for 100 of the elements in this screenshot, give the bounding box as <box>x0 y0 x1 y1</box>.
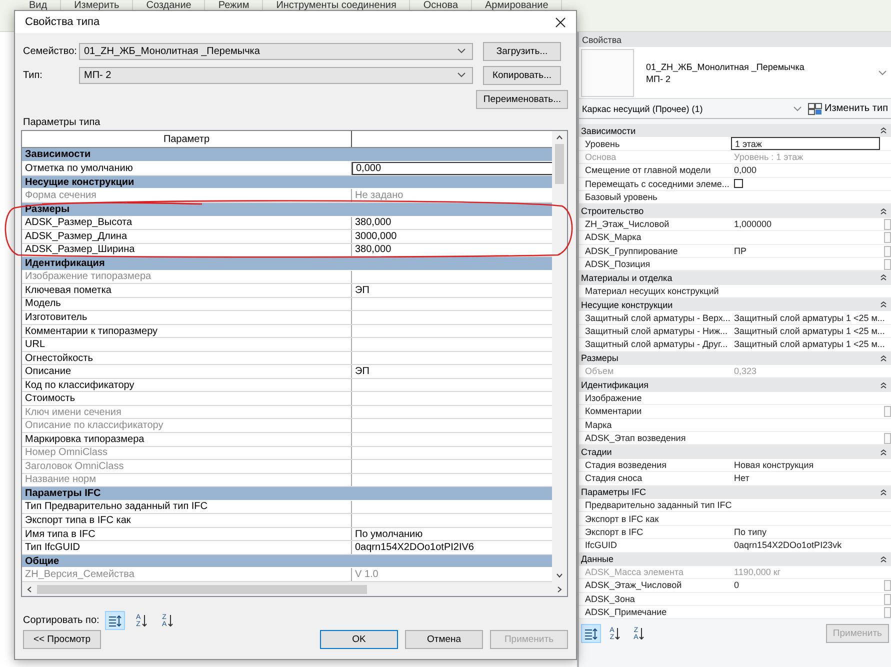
associate-parameter-button[interactable] <box>884 218 891 230</box>
group-header[interactable]: Стадии <box>579 445 891 459</box>
parameter-name: Имя типа в IFC <box>22 528 352 540</box>
parameter-value[interactable]: 380,000 <box>352 244 552 256</box>
scrollbar-thumb[interactable] <box>37 584 367 594</box>
dialog-button[interactable]: OK <box>320 630 398 649</box>
dialog-title: Свойства типа <box>25 16 100 28</box>
type-name: МП- 2 <box>646 72 672 84</box>
parameter-value[interactable]: 0 <box>731 579 884 592</box>
parameter-name: Отметка по умолчанию <box>22 162 352 175</box>
parameter-value[interactable]: Защитный слой арматуры 1 <25 м... <box>731 311 884 324</box>
dialog-button[interactable]: Отмена <box>405 630 483 649</box>
type-selector[interactable]: 01_ZH_ЖБ_Монолитная _Перемычка МП- 2 <box>579 47 891 99</box>
parameter-name: Название норм <box>22 474 352 486</box>
scroll-down-icon[interactable] <box>556 572 563 579</box>
parameter-name: Модель <box>22 298 352 310</box>
sort-button[interactable] <box>581 624 601 643</box>
parameter-value[interactable]: 380,000 <box>352 216 552 230</box>
associate-parameter-button[interactable] <box>884 232 891 244</box>
associate-parameter-button[interactable] <box>884 258 891 270</box>
scroll-left-icon[interactable] <box>26 586 33 592</box>
parameter-name: Стоимость <box>22 392 352 405</box>
dialog-button[interactable]: Загрузить... <box>483 42 561 60</box>
rename-button[interactable]: Переименовать... <box>476 90 568 108</box>
edit-type-button[interactable]: Изменить тип <box>808 102 888 114</box>
parameter-name: Ключ имени сечения <box>22 406 352 418</box>
group-header[interactable]: Идентификация <box>579 378 891 392</box>
group-header[interactable]: Параметры IFC <box>579 486 891 499</box>
parameter-value[interactable]: 1,000000 <box>731 218 884 230</box>
scrollbar-thumb[interactable] <box>555 144 564 184</box>
scroll-up-icon[interactable] <box>556 134 563 141</box>
collapse-icon <box>880 127 887 134</box>
dropdown-field[interactable]: 01_ZH_ЖБ_Монолитная _Перемычка <box>79 42 473 60</box>
parameter-name: Код по классификатору <box>22 378 352 392</box>
parameter-name: Изображение типоразмера <box>22 270 352 284</box>
collapse-icon <box>880 556 887 563</box>
group-header: Общие <box>22 554 552 568</box>
category-filter[interactable]: Каркас несущий (Прочее) (1) <box>582 104 787 114</box>
parameter-name: Защитный слой арматуры - Верх... <box>584 312 731 324</box>
parameter-value[interactable]: 3000,000 <box>352 230 552 243</box>
group-header[interactable]: Зависимости <box>579 124 891 138</box>
parameter-value[interactable]: 1 этаж <box>731 137 880 150</box>
parameter-value[interactable]: 0aqrn154X2DOo1otPI2IV6 <box>352 541 552 554</box>
group-header[interactable]: Материалы и отделка <box>579 271 891 285</box>
parameter-name: IfcGUID <box>584 539 618 552</box>
parameter-name: Предварительно заданный тип IFC <box>584 499 731 512</box>
checkbox[interactable] <box>734 179 743 188</box>
scroll-right-icon[interactable] <box>556 586 563 592</box>
parameter-name: Экспорт в IFC <box>584 526 644 538</box>
associate-parameter-button[interactable] <box>884 406 891 418</box>
parameter-value[interactable]: 0,000 <box>352 162 552 175</box>
parameter-name: ZH_Версия_Семейства <box>22 568 352 581</box>
group-header: Размеры <box>22 202 552 217</box>
parameter-name: ZH_Этаж_Числовой <box>584 218 670 230</box>
parameter-name: ADSK_Группирование <box>584 244 679 257</box>
collapse-icon <box>880 488 887 496</box>
parameter-value[interactable]: 0,000 <box>731 164 884 177</box>
collapse-icon <box>880 301 887 308</box>
group-header[interactable]: Строительство <box>579 204 891 218</box>
close-icon[interactable] <box>555 16 566 28</box>
parameter-name: ADSK_Размер_Ширина <box>22 244 352 256</box>
parameter-name: Защитный слой арматуры - Друг... <box>584 338 729 351</box>
parameter-value[interactable]: По умолчанию <box>352 528 552 540</box>
parameter-value[interactable]: Защитный слой арматуры 1 <25 м... <box>731 338 884 351</box>
parameter-name: Смещение от главной модели <box>584 164 712 177</box>
parameter-name: ADSK_Зона <box>584 592 636 606</box>
vertical-scrollbar[interactable] <box>552 131 567 582</box>
parameter-name: Тип Предварительно заданный тип IFC <box>22 500 352 514</box>
associate-parameter-button[interactable] <box>884 580 891 592</box>
parameter-value[interactable]: ПР <box>731 244 884 257</box>
parameter-value[interactable]: Защитный слой арматуры 1 <25 м... <box>731 324 884 338</box>
sort-button[interactable] <box>105 611 126 630</box>
parameter-value[interactable]: 0aqrn154X2DOo1otPI23vk <box>731 539 884 552</box>
parameter-value[interactable]: По типу <box>731 526 884 538</box>
associate-parameter-button[interactable] <box>884 594 891 605</box>
parameter-value[interactable]: ЭП <box>352 365 552 378</box>
collapse-icon <box>880 382 887 389</box>
parameter-value[interactable]: Нет <box>731 472 884 485</box>
group-header[interactable]: Несущие конструкции <box>579 298 891 312</box>
associate-parameter-button[interactable] <box>884 246 891 257</box>
parameter-value[interactable]: ЭП <box>352 284 552 297</box>
group-header[interactable]: Размеры <box>579 352 891 366</box>
horizontal-scrollbar[interactable] <box>22 582 567 596</box>
preview-button[interactable]: << Просмотр <box>23 630 101 649</box>
parameter-name: URL <box>22 338 352 351</box>
group-header: Несущие конструкции <box>22 176 552 190</box>
group-header[interactable]: Данные <box>579 552 891 566</box>
associate-parameter-button[interactable] <box>884 432 891 444</box>
parameter-name: Комментарии к типоразмеру <box>22 324 352 338</box>
parameter-name: Основа <box>584 150 618 164</box>
parameter-name: ADSK_Этаж_Числовой <box>584 579 683 592</box>
parameter-name: Базовый уровень <box>584 191 658 204</box>
parameter-name: Стадия возведения <box>584 458 668 472</box>
parameter-value[interactable]: Новая конструкция <box>731 458 884 472</box>
dropdown-icon <box>457 72 466 78</box>
associate-parameter-button[interactable] <box>884 607 891 618</box>
dialog-button[interactable]: Копировать... <box>483 66 561 84</box>
parameter-name: ADSK_Позиция <box>584 258 652 270</box>
collapse-icon <box>880 208 887 215</box>
dropdown-field[interactable]: МП- 2 <box>79 66 473 84</box>
